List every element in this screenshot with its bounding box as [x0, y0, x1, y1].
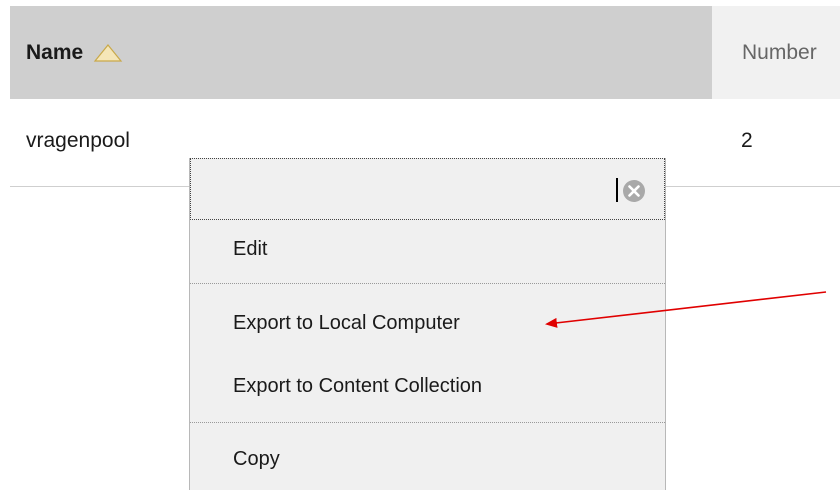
menu-item-export-local-label: Export to Local Computer	[233, 311, 460, 334]
close-circle-glyph	[623, 180, 645, 202]
column-header-name[interactable]: Name	[10, 6, 712, 99]
menu-item-copy-label: Copy	[233, 447, 280, 470]
cell-name[interactable]: vragenpool	[26, 129, 130, 153]
menu-item-edit[interactable]: Edit	[190, 218, 665, 280]
menu-item-edit-label: Edit	[233, 237, 268, 260]
close-icon[interactable]	[616, 178, 646, 203]
menu-item-copy[interactable]: Copy	[190, 428, 665, 490]
context-menu: Edit Export to Local Computer Export to …	[189, 158, 666, 490]
cell-number: 2	[741, 129, 753, 152]
table-header: Name Number	[10, 6, 840, 99]
column-header-number[interactable]: Number	[712, 6, 840, 99]
menu-divider	[190, 422, 665, 423]
context-menu-trigger[interactable]	[190, 158, 665, 220]
menu-item-export-local[interactable]: Export to Local Computer	[190, 292, 665, 354]
menu-item-export-content-collection[interactable]: Export to Content Collection	[190, 355, 665, 417]
column-header-number-label: Number	[742, 40, 817, 64]
text-cursor	[616, 178, 618, 202]
menu-item-export-content-collection-label: Export to Content Collection	[233, 374, 483, 397]
column-header-name-label: Name	[26, 40, 84, 64]
menu-divider	[190, 283, 665, 284]
sort-ascending-icon[interactable]	[93, 43, 123, 63]
